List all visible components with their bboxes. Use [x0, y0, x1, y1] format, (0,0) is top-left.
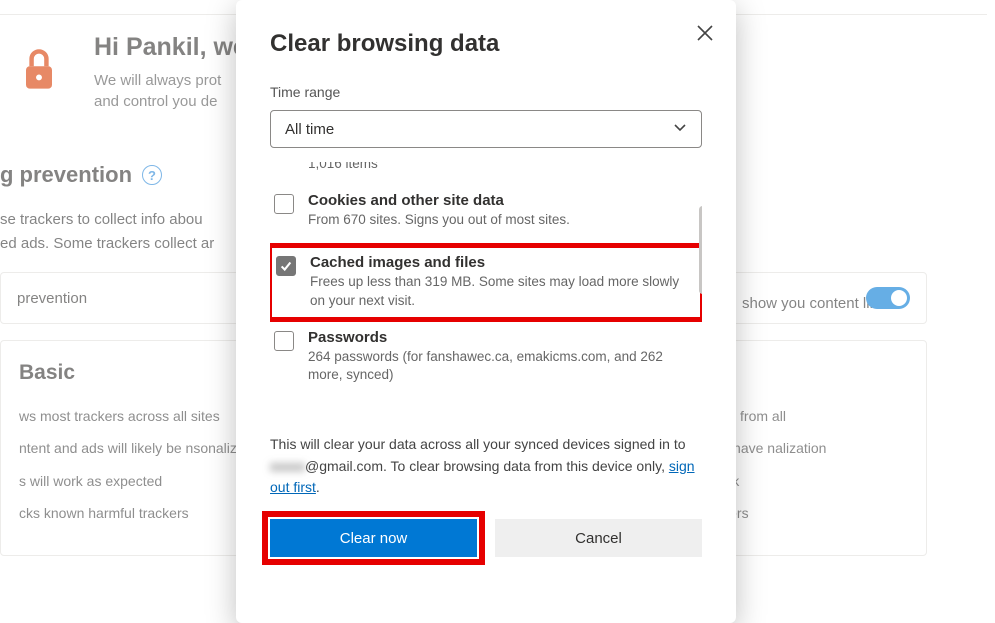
chevron-down-icon — [673, 120, 687, 138]
section-title: g prevention — [0, 162, 132, 188]
time-range-value: All time — [285, 121, 334, 138]
clear-browsing-data-dialog: Clear browsing data Time range All time … — [236, 0, 736, 623]
lock-icon — [8, 39, 70, 101]
option-cached-images[interactable]: Cached images and files Frees up less th… — [270, 246, 702, 319]
time-range-label: Time range — [270, 84, 702, 100]
cancel-button[interactable]: Cancel — [495, 519, 702, 557]
tracking-prevention-toggle[interactable] — [866, 287, 910, 309]
clear-options-list: Download history 1,016 items Cookies and… — [270, 162, 702, 424]
time-range-select[interactable]: All time — [270, 110, 702, 148]
help-icon[interactable]: ? — [142, 165, 162, 185]
greeting-title: Hi Pankil, we — [94, 33, 247, 62]
checkbox-passwords[interactable] — [274, 331, 294, 351]
option-cookies[interactable]: Cookies and other site data From 670 sit… — [270, 190, 702, 238]
checkbox-cached-images[interactable] — [276, 256, 296, 276]
close-icon[interactable] — [696, 24, 714, 47]
option-passwords[interactable]: Passwords 264 passwords (for fanshawec.c… — [270, 327, 702, 394]
sync-note: This will clear your data across all you… — [270, 434, 702, 499]
dialog-title: Clear browsing data — [270, 30, 702, 58]
option-download-history[interactable]: Download history 1,016 items — [270, 162, 702, 182]
clear-now-button[interactable]: Clear now — [270, 519, 477, 557]
checkbox-cookies[interactable] — [274, 194, 294, 214]
scrollbar-thumb[interactable] — [699, 206, 702, 294]
